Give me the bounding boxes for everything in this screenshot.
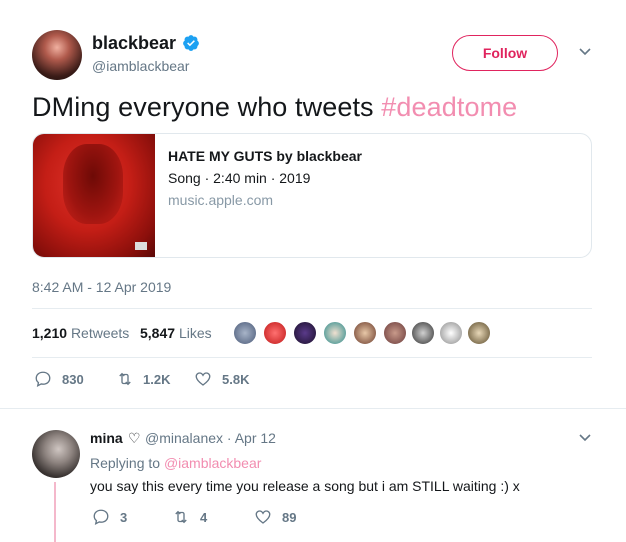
likes-count: 5,847 (140, 325, 176, 341)
liker-avatar[interactable] (466, 320, 492, 346)
album-art-image (33, 134, 155, 257)
hashtag-link[interactable]: #deadtome (381, 92, 517, 122)
divider (32, 357, 592, 358)
retweet-count: 1.2K (143, 372, 171, 387)
likes-label: Likes (178, 325, 212, 341)
verified-badge-icon (183, 35, 199, 51)
tweet-text: DMing everyone who tweets #deadtome (32, 92, 517, 123)
replying-to-link[interactable]: @iamblackbear (164, 455, 261, 471)
liker-avatar[interactable] (292, 320, 318, 346)
thread-line (54, 482, 56, 542)
replying-to: Replying to @iamblackbear (90, 455, 261, 471)
retweets-count: 1,210 (32, 325, 68, 341)
reply-author-name[interactable]: mina (90, 430, 123, 446)
likes-stat[interactable]: 5,847 Likes (140, 325, 212, 341)
parental-advisory-label (135, 242, 147, 250)
reply-count: 830 (62, 372, 84, 387)
reply-author-heart: ♡ (128, 430, 141, 446)
liker-avatar[interactable] (438, 320, 464, 346)
liker-avatar[interactable] (352, 320, 378, 346)
reply-reply-count: 3 (120, 510, 128, 525)
retweet-icon[interactable] (116, 370, 134, 388)
retweets-stat[interactable]: 1,210 Retweets (32, 325, 129, 341)
chevron-down-icon[interactable] (578, 433, 592, 443)
reply-author-handle-date[interactable]: @minalanex · Apr 12 (145, 430, 276, 446)
replying-prefix: Replying to (90, 455, 164, 471)
card-meta: Song · 2:40 min · 2019 (168, 170, 311, 186)
divider (0, 408, 626, 409)
author-avatar[interactable] (32, 30, 82, 80)
reply-retweet-count: 4 (200, 510, 208, 525)
heart-icon[interactable] (194, 370, 212, 388)
liker-avatar[interactable] (262, 320, 288, 346)
tweet-timestamp[interactable]: 8:42 AM - 12 Apr 2019 (32, 279, 171, 295)
like-count: 5.8K (222, 372, 250, 387)
author-name[interactable]: blackbear (92, 33, 176, 54)
heart-icon[interactable] (254, 508, 272, 526)
card-domain: music.apple.com (168, 192, 274, 208)
reply-author-avatar[interactable] (32, 430, 80, 478)
card-title: HATE MY GUTS by blackbear (168, 148, 362, 164)
chevron-down-icon[interactable] (578, 47, 592, 57)
liker-avatar[interactable] (232, 320, 258, 346)
follow-button[interactable]: Follow (452, 35, 558, 71)
liker-avatar[interactable] (322, 320, 348, 346)
album-art-figure (63, 144, 123, 224)
reply-icon[interactable] (92, 508, 110, 526)
retweets-label: Retweets (70, 325, 130, 341)
author-handle[interactable]: @iamblackbear (92, 58, 189, 74)
reply-like-count: 89 (282, 510, 297, 525)
liker-avatar[interactable] (382, 320, 408, 346)
reply-icon[interactable] (34, 370, 52, 388)
retweet-icon[interactable] (172, 508, 190, 526)
divider (32, 308, 592, 309)
liker-avatar[interactable] (410, 320, 436, 346)
link-card[interactable]: HATE MY GUTS by blackbear Song · 2:40 mi… (32, 133, 592, 258)
tweet-text-body: DMing everyone who tweets (32, 92, 382, 122)
reply-text: you say this every time you release a so… (90, 478, 520, 494)
